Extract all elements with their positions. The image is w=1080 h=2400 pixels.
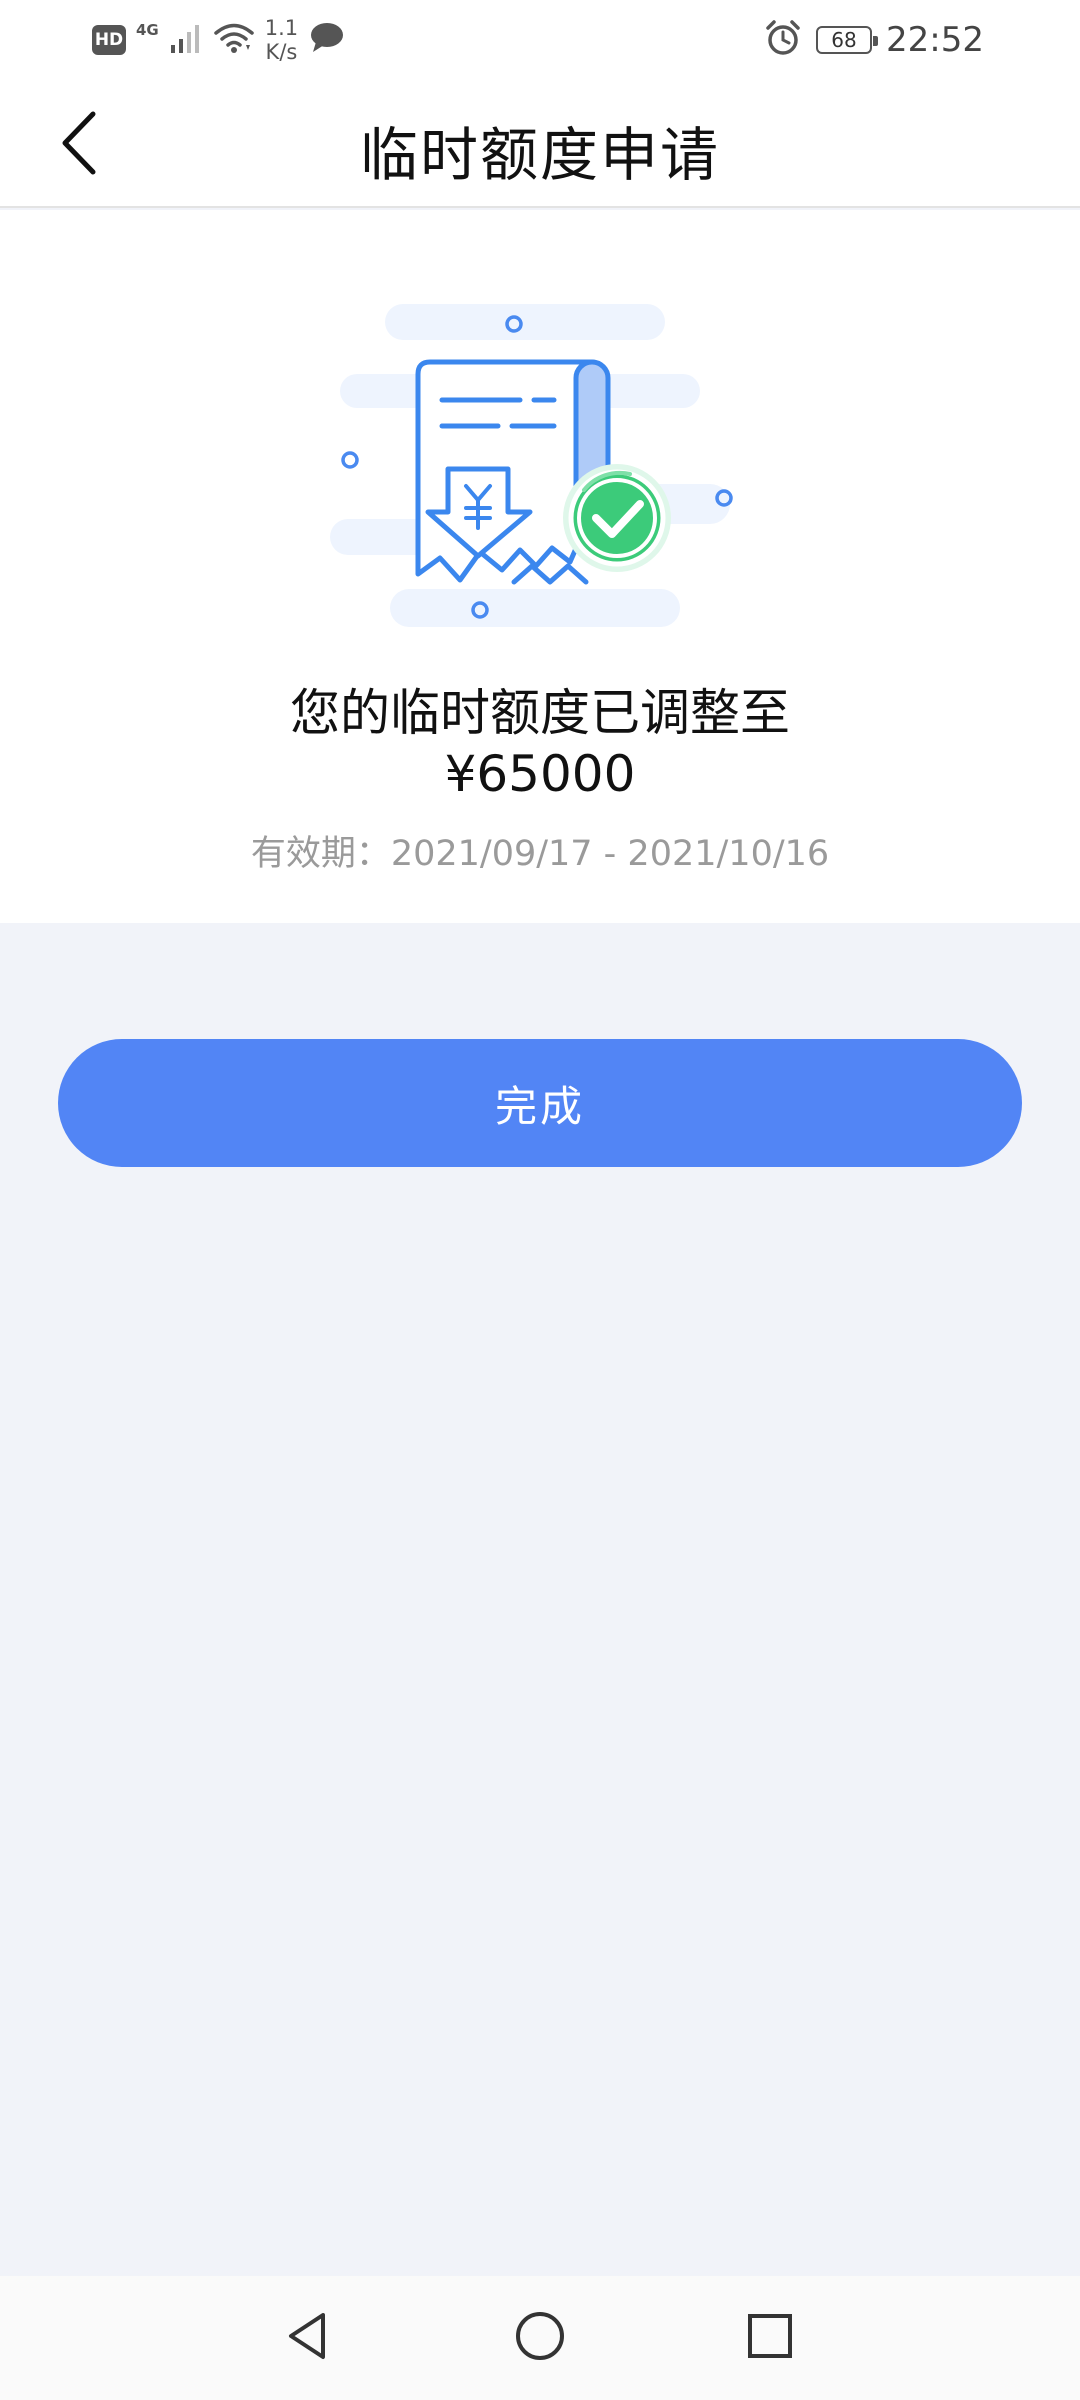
wifi-icon — [213, 21, 255, 59]
home-circle-icon — [513, 2309, 567, 2367]
nav-recents-button[interactable] — [738, 2306, 802, 2370]
hd-icon: HD — [92, 25, 126, 55]
result-title: 您的临时额度已调整至 — [290, 684, 790, 742]
status-bar: HD 4G 1.1 K/s 68 22:52 — [0, 0, 1080, 80]
network-type-label: 4G — [136, 21, 159, 39]
alarm-icon — [764, 19, 802, 61]
back-triangle-icon — [283, 2309, 333, 2367]
result-card: 您的临时额度已调整至 ¥65000 有效期：2021/09/17 - 2021/… — [0, 210, 1080, 923]
done-button[interactable]: 完成 — [58, 1039, 1022, 1167]
signal-icon — [169, 21, 203, 59]
screen: HD 4G 1.1 K/s 68 22:52 临时额度申请 您的临时额度已调整至… — [0, 0, 1080, 2400]
nav-home-button[interactable] — [508, 2306, 572, 2370]
status-time: 22:52 — [886, 20, 984, 60]
recents-square-icon — [745, 2311, 795, 2365]
network-speed-unit: K/s — [265, 40, 298, 64]
nav-back-button[interactable] — [276, 2306, 340, 2370]
status-bar-right: 68 22:52 — [764, 18, 984, 62]
battery-icon: 68 — [816, 26, 879, 54]
status-bar-left: HD 4G 1.1 K/s — [92, 16, 346, 64]
network-speed-value: 1.1 — [264, 16, 299, 40]
network-speed: 1.1 K/s — [265, 16, 298, 64]
receipt-success-icon — [330, 304, 750, 644]
result-amount: ¥65000 — [444, 745, 636, 803]
chat-icon — [308, 20, 346, 60]
app-header: 临时额度申请 — [0, 80, 1080, 208]
validity-period: 有效期：2021/09/17 - 2021/10/16 — [250, 834, 830, 874]
page-title: 临时额度申请 — [359, 121, 720, 189]
system-nav-bar — [0, 2276, 1080, 2400]
